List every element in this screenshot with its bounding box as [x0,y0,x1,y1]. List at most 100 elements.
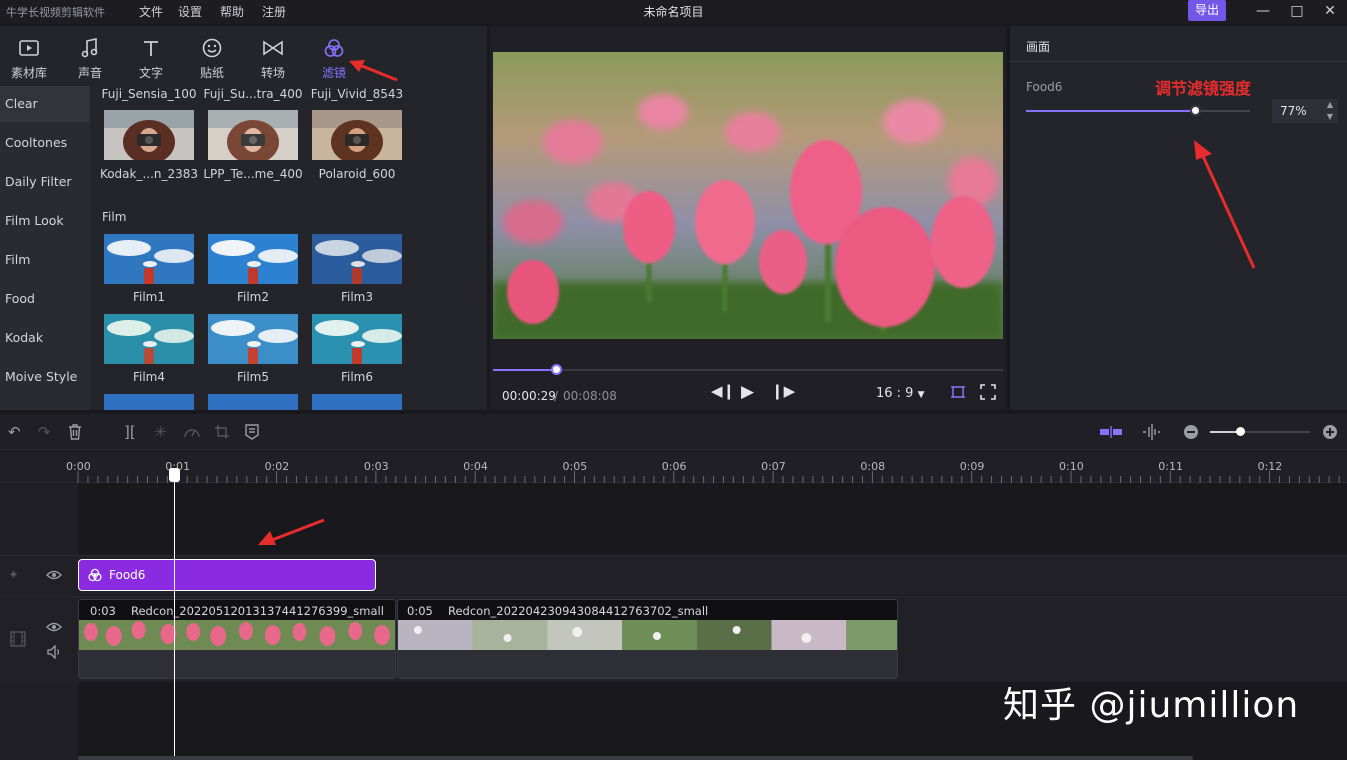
strength-slider-handle[interactable] [1190,105,1201,116]
section-title-film: Film [102,210,127,224]
filter-thumbnail[interactable] [104,394,194,410]
tab-text[interactable]: 文字 [126,36,176,81]
timeline-ruler[interactable]: 0:00 0:01 0:02 0:03 0:04 0:05 0:06 0:07 0:08 0:09… [0,451,1347,483]
filter-thumbnail[interactable] [104,110,194,160]
filter-label[interactable]: LPP_Te...me_400 [198,167,308,181]
playhead-line[interactable] [174,470,175,760]
filter-thumbnail[interactable] [312,314,402,364]
fullscreen-icon[interactable] [980,384,996,400]
ruler-tick-label: 0:00 [66,460,91,473]
filter-label[interactable]: Film1 [94,290,204,304]
stepper-icon[interactable]: ▲ ▼ [1327,99,1333,123]
clip-header: 0:05 Redcon_20220423094308441276370​2_sm… [398,600,897,620]
delete-icon[interactable] [68,424,82,440]
ruler-tick-label: 0:06 [661,460,687,473]
category-daily-filter[interactable]: Daily Filter [0,164,90,200]
category-food[interactable]: Food [0,281,90,317]
filter-label[interactable]: Film5 [198,370,308,384]
filter-thumbnail[interactable] [208,110,298,160]
clip-thumbnails [79,620,395,650]
pin-icon[interactable]: ✦ [8,568,19,583]
freeze-icon[interactable]: ✳ [154,423,167,441]
category-list: Clear Cooltones Daily Filter Film Look F… [0,86,90,410]
category-moive-style[interactable]: Moive Style [0,359,90,395]
filter-icon [309,36,359,60]
eye-icon[interactable] [46,621,62,633]
filter-name-label: Food6 [1026,80,1063,94]
next-frame-icon[interactable]: ❙▶ [771,382,795,400]
filter-label[interactable]: Film6 [302,370,412,384]
progress-fill [493,369,556,371]
clip-duration: 0:03 [90,604,116,618]
undo-icon[interactable]: ↶ [8,423,21,441]
crop-fit-icon[interactable] [950,384,966,400]
strength-slider-fill [1026,110,1196,112]
filter-thumbnail[interactable] [208,314,298,364]
playhead-handle[interactable] [169,468,180,482]
tab-transition[interactable]: 转场 [248,36,298,81]
chevron-down-icon: ▼ [917,390,925,400]
title-bar: 牛学长视频剪辑软件 文件 设置 帮助 注册 未命名项目 导出 — □ ✕ [0,0,1347,24]
export-button[interactable]: 导出 [1188,0,1226,21]
speaker-icon[interactable] [47,645,63,659]
ruler-tick-label: 0:08 [860,460,886,473]
annotation-arrow-icon [349,60,398,82]
category-kodak[interactable]: Kodak [0,320,90,356]
tab-sticker[interactable]: 贴纸 [187,36,237,81]
speed-icon[interactable] [183,424,201,440]
filter-label[interactable]: Kodak_...n_2383 [94,167,204,181]
category-film[interactable]: Film [0,242,90,278]
progress-handle[interactable] [551,364,562,375]
strength-value: 77% [1280,104,1307,118]
crop-icon[interactable] [214,424,230,440]
ruler-tick-label: 0:12 [1257,460,1283,473]
filter-label[interactable]: Film4 [94,370,204,384]
filter-label[interactable]: Film3 [302,290,412,304]
split-icon[interactable]: ][ [124,423,136,441]
ruler-tick-label: 0:05 [562,460,588,473]
filter-label[interactable]: Polaroid_600 [302,167,412,181]
ruler-tick-label: 0:10 [1059,460,1084,473]
maximize-icon[interactable]: □ [1280,0,1314,22]
filter-thumbnail[interactable] [312,394,402,410]
close-icon[interactable]: ✕ [1313,0,1347,22]
play-icon[interactable]: ▶ [741,382,754,402]
zoom-slider-handle[interactable] [1236,427,1245,436]
category-clear[interactable]: Clear [0,86,90,122]
filter-thumbnail[interactable] [104,314,194,364]
filter-label[interactable]: Fuji_Sensia_100 [94,87,204,101]
tab-audio[interactable]: 声音 [65,36,115,81]
filter-thumbnail[interactable] [208,234,298,284]
preview-panel: 00:00:29 / 00:08:08 ◀❙ ▶ ❙▶ 16 : 9 ▼ [490,26,1006,410]
strength-input[interactable]: 77% ▲ ▼ [1272,99,1338,123]
ruler-tick-label: 0:09 [959,460,985,473]
snap-icon[interactable] [1099,426,1123,438]
clip-name: Redcon_20220512013137441276399_small [131,604,384,618]
redo-icon[interactable]: ↷ [38,423,51,441]
filter-label[interactable]: Fuji_Su...tra_400 [198,87,308,101]
minimize-icon[interactable]: — [1246,0,1280,22]
filter-label[interactable]: Film2 [198,290,308,304]
timeline-scrollbar[interactable] [78,756,1193,760]
filter-thumbnail[interactable] [312,110,402,160]
marker-icon[interactable] [245,424,259,440]
category-film-look[interactable]: Film Look [0,203,90,239]
music-icon [65,36,115,60]
video-clip[interactable]: 0:05 Redcon_20220423094308441276370​2_sm… [397,599,898,679]
annotation-arrow-icon [258,518,325,545]
progress-track[interactable] [493,369,1003,371]
audio-wave-icon[interactable] [1141,423,1161,441]
zoom-out-icon[interactable] [1183,424,1199,440]
tab-media[interactable]: 素材库 [4,36,54,81]
category-cooltones[interactable]: Cooltones [0,125,90,161]
video-clip[interactable]: 0:03 Redcon_20220512013137441276399_smal… [78,599,396,679]
filter-thumbnail[interactable] [104,234,194,284]
filter-thumbnail[interactable] [312,234,402,284]
previous-frame-icon[interactable]: ◀❙ [711,382,735,400]
filter-thumbnail[interactable] [208,394,298,410]
filter-clip[interactable]: Food6 [78,559,376,591]
filter-label[interactable]: Fuji_Vivid_8543 [302,87,412,101]
aspect-ratio-select[interactable]: 16 : 9 ▼ [876,386,925,401]
eye-icon[interactable] [46,569,62,581]
zoom-in-icon[interactable] [1322,424,1338,440]
